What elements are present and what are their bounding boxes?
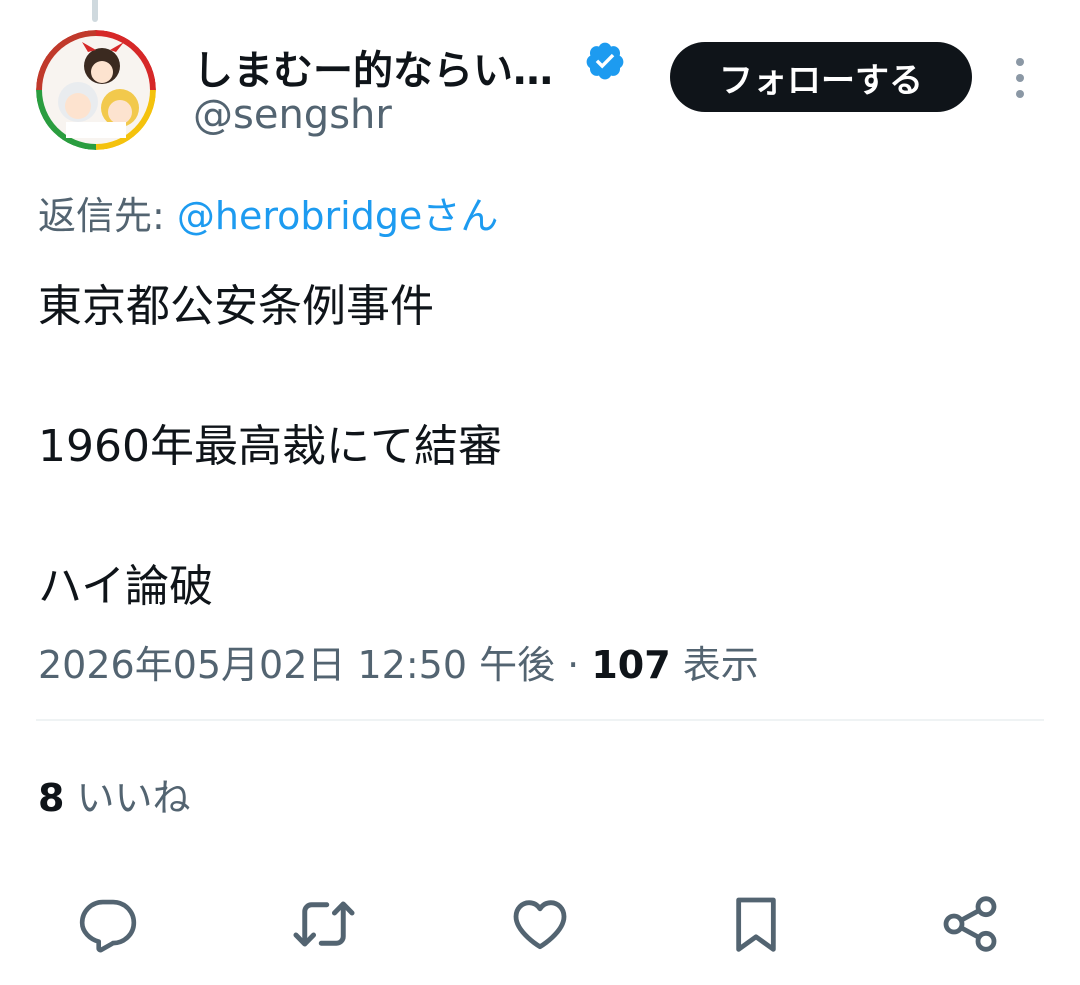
timestamp-link[interactable]: 2026年05月02日 12:50 午後 · xyxy=(38,643,591,687)
views-count: 107 xyxy=(591,643,671,687)
like-button[interactable] xyxy=(504,888,576,960)
display-name[interactable]: しまむー的ならい… xyxy=(193,38,553,96)
tweet-meta: 2026年05月02日 12:50 午後 · 107 表示 xyxy=(38,634,759,689)
avatar-image xyxy=(36,30,156,150)
reply-icon xyxy=(79,899,137,953)
tweet-text-line: 東京都公安条例事件 xyxy=(38,281,434,332)
tweet-text-line: 1960年最高裁にて結審 xyxy=(38,421,502,472)
reply-to-prefix: 返信先: xyxy=(38,194,177,238)
reply-button[interactable] xyxy=(72,888,144,960)
more-dot xyxy=(1016,58,1024,66)
tweet-text-line: ハイ論破 xyxy=(38,561,214,612)
user-handle[interactable]: @sengshr xyxy=(193,92,392,138)
avatar[interactable] xyxy=(36,30,156,150)
divider xyxy=(36,719,1044,721)
share-icon xyxy=(943,896,997,952)
more-dot xyxy=(1016,90,1024,98)
views-label: 表示 xyxy=(670,643,759,687)
verified-badge-icon xyxy=(586,42,624,80)
retweet-icon xyxy=(293,901,355,947)
reply-to-mention-link[interactable]: @herobridgeさん xyxy=(177,194,498,238)
retweet-button[interactable] xyxy=(288,888,360,960)
more-dot xyxy=(1016,74,1024,82)
reply-to-line: 返信先: @herobridgeさん xyxy=(38,185,498,240)
more-vertical-icon[interactable] xyxy=(1000,52,1040,104)
likes-count: 8 xyxy=(38,776,65,820)
heart-icon xyxy=(513,900,567,950)
likes-label: いいね xyxy=(64,776,191,820)
bookmark-button[interactable] xyxy=(720,888,792,960)
follow-button[interactable]: フォローする xyxy=(670,42,972,112)
bookmark-icon xyxy=(736,897,776,952)
likes-stat-link[interactable]: 8 いいね xyxy=(38,767,191,822)
thread-connector-line xyxy=(92,0,98,22)
share-button[interactable] xyxy=(934,888,1006,960)
